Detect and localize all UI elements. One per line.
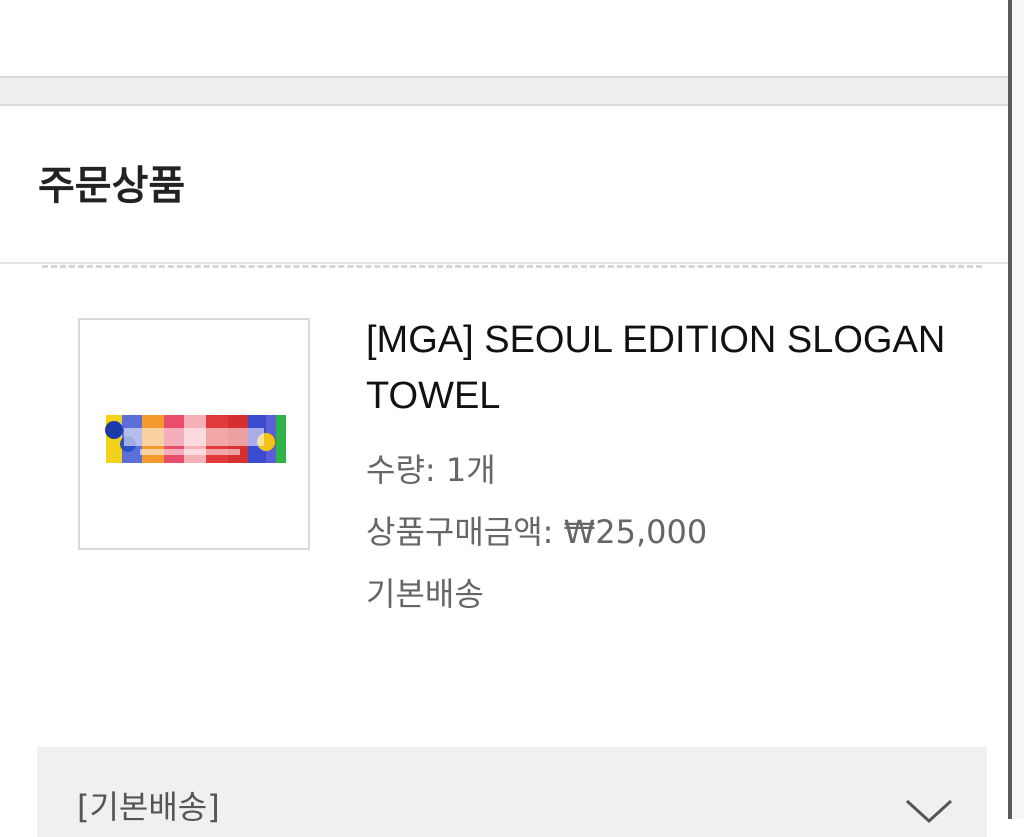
slogan-towel-image xyxy=(105,415,286,463)
delivery-group-label: [기본배송] xyxy=(77,788,220,826)
product-quantity: 수량: 1개 xyxy=(366,451,496,489)
title-divider xyxy=(0,262,1008,264)
chevron-icon[interactable] xyxy=(901,791,957,831)
section-separator xyxy=(0,76,1008,106)
product-thumbnail[interactable] xyxy=(78,318,310,550)
delivery-group-panel[interactable]: [기본배송] xyxy=(37,747,987,837)
product-shipping-method: 기본배송 xyxy=(366,575,484,613)
dashed-divider xyxy=(42,265,982,268)
order-items-title: 주문상품 xyxy=(38,163,186,209)
top-blank-area xyxy=(0,0,1008,76)
right-margin xyxy=(1012,0,1024,819)
product-price: 상품구매금액: ₩25,000 xyxy=(366,513,708,551)
product-name[interactable]: [MGA] SEOUL EDITION SLOGAN TOWEL xyxy=(366,312,986,424)
